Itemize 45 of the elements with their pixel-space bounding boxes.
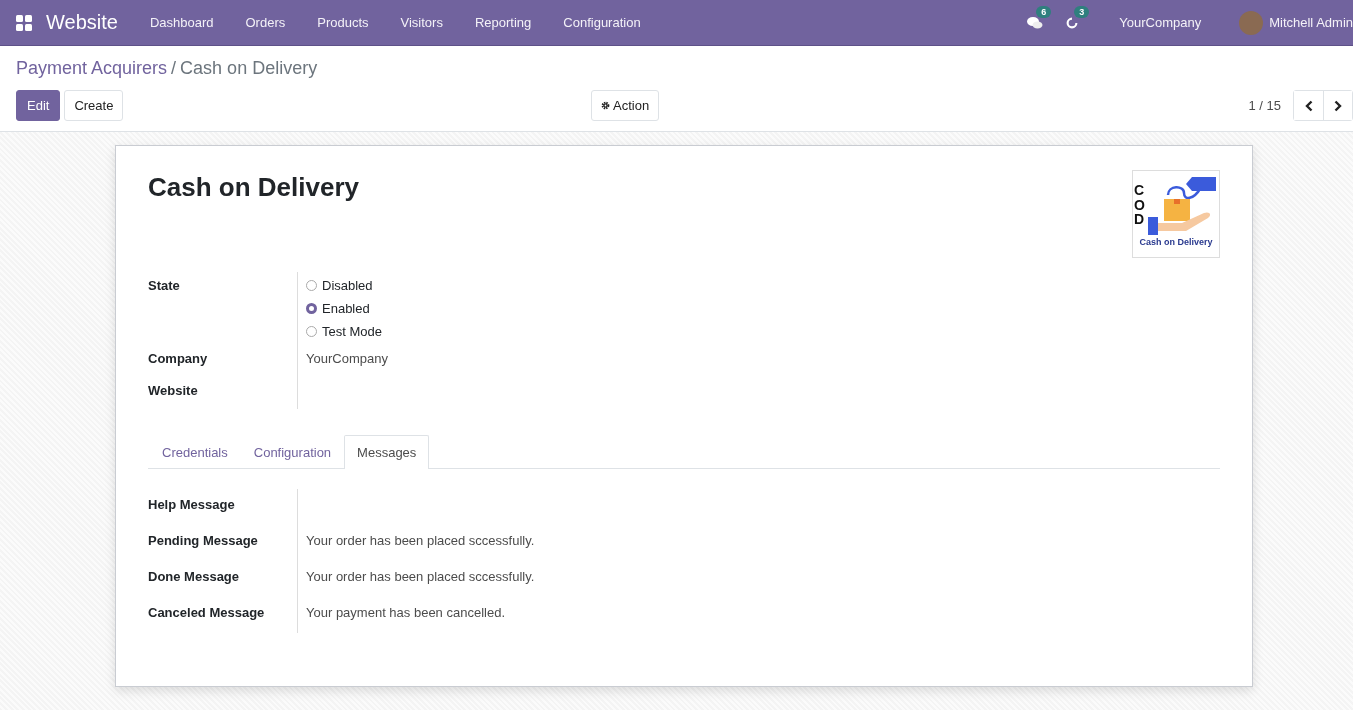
app-name[interactable]: Website xyxy=(46,11,118,34)
field-label: Company xyxy=(148,345,298,377)
logo-letters: COD xyxy=(1134,182,1146,228)
chevron-left-icon xyxy=(1304,99,1313,112)
menu-item[interactable]: Configuration xyxy=(547,15,657,30)
breadcrumb-current: Cash on Delivery xyxy=(180,58,318,78)
state-radio-option[interactable]: Disabled xyxy=(306,278,1220,293)
breadcrumb-separator: / xyxy=(171,58,177,78)
state-radio-option[interactable]: Test Mode xyxy=(306,324,1220,339)
chat-icon[interactable] xyxy=(1027,15,1044,30)
edit-button[interactable]: Edit xyxy=(16,90,61,121)
activity-count-badge: 3 xyxy=(1074,5,1090,18)
breadcrumb-link[interactable]: Payment Acquirers xyxy=(16,58,168,78)
field-label: State xyxy=(148,272,298,345)
gear-icon xyxy=(601,101,610,110)
clock-icon[interactable] xyxy=(1065,15,1080,30)
record-title: Cash on Delivery xyxy=(148,172,359,203)
menu-item[interactable]: Dashboard xyxy=(133,15,230,30)
menu-item[interactable]: Orders xyxy=(229,15,302,30)
menu-item[interactable]: Products xyxy=(301,15,385,30)
apps-grid-icon[interactable] xyxy=(16,14,32,31)
next-button[interactable] xyxy=(1323,91,1352,120)
field-value: Your payment has been cancelled. xyxy=(306,605,505,620)
field-value: Your order has been placed sccessfully. xyxy=(306,533,535,548)
action-button[interactable]: Action xyxy=(591,90,660,121)
menu-item[interactable]: Reporting xyxy=(458,15,548,30)
pager-value: 1 / 15 xyxy=(1248,98,1281,113)
field-label: Canceled Message xyxy=(148,597,298,633)
chevron-right-icon xyxy=(1334,99,1342,112)
notebook-tab[interactable]: Configuration xyxy=(240,435,345,469)
message-count-badge: 6 xyxy=(1036,5,1052,18)
field-label: Website xyxy=(148,377,298,409)
menu-item[interactable]: Visitors xyxy=(384,15,459,30)
user-menu[interactable]: Mitchell Admin xyxy=(1269,15,1353,30)
field-label: Pending Message xyxy=(148,525,298,561)
field-label: Done Message xyxy=(148,561,298,597)
field-value-link[interactable]: YourCompany xyxy=(306,351,388,366)
field-value: Your order has been placed sccessfully. xyxy=(306,569,535,584)
state-radio-option[interactable]: Enabled xyxy=(306,301,1220,316)
field-label: Help Message xyxy=(148,489,298,525)
company-switcher[interactable]: YourCompany xyxy=(1119,15,1202,30)
create-button[interactable]: Create xyxy=(64,90,124,121)
notebook-tab[interactable]: Credentials xyxy=(149,435,241,469)
logo-caption: Cash on Delivery xyxy=(1139,237,1213,247)
notebook-tab[interactable]: Messages xyxy=(344,435,430,469)
